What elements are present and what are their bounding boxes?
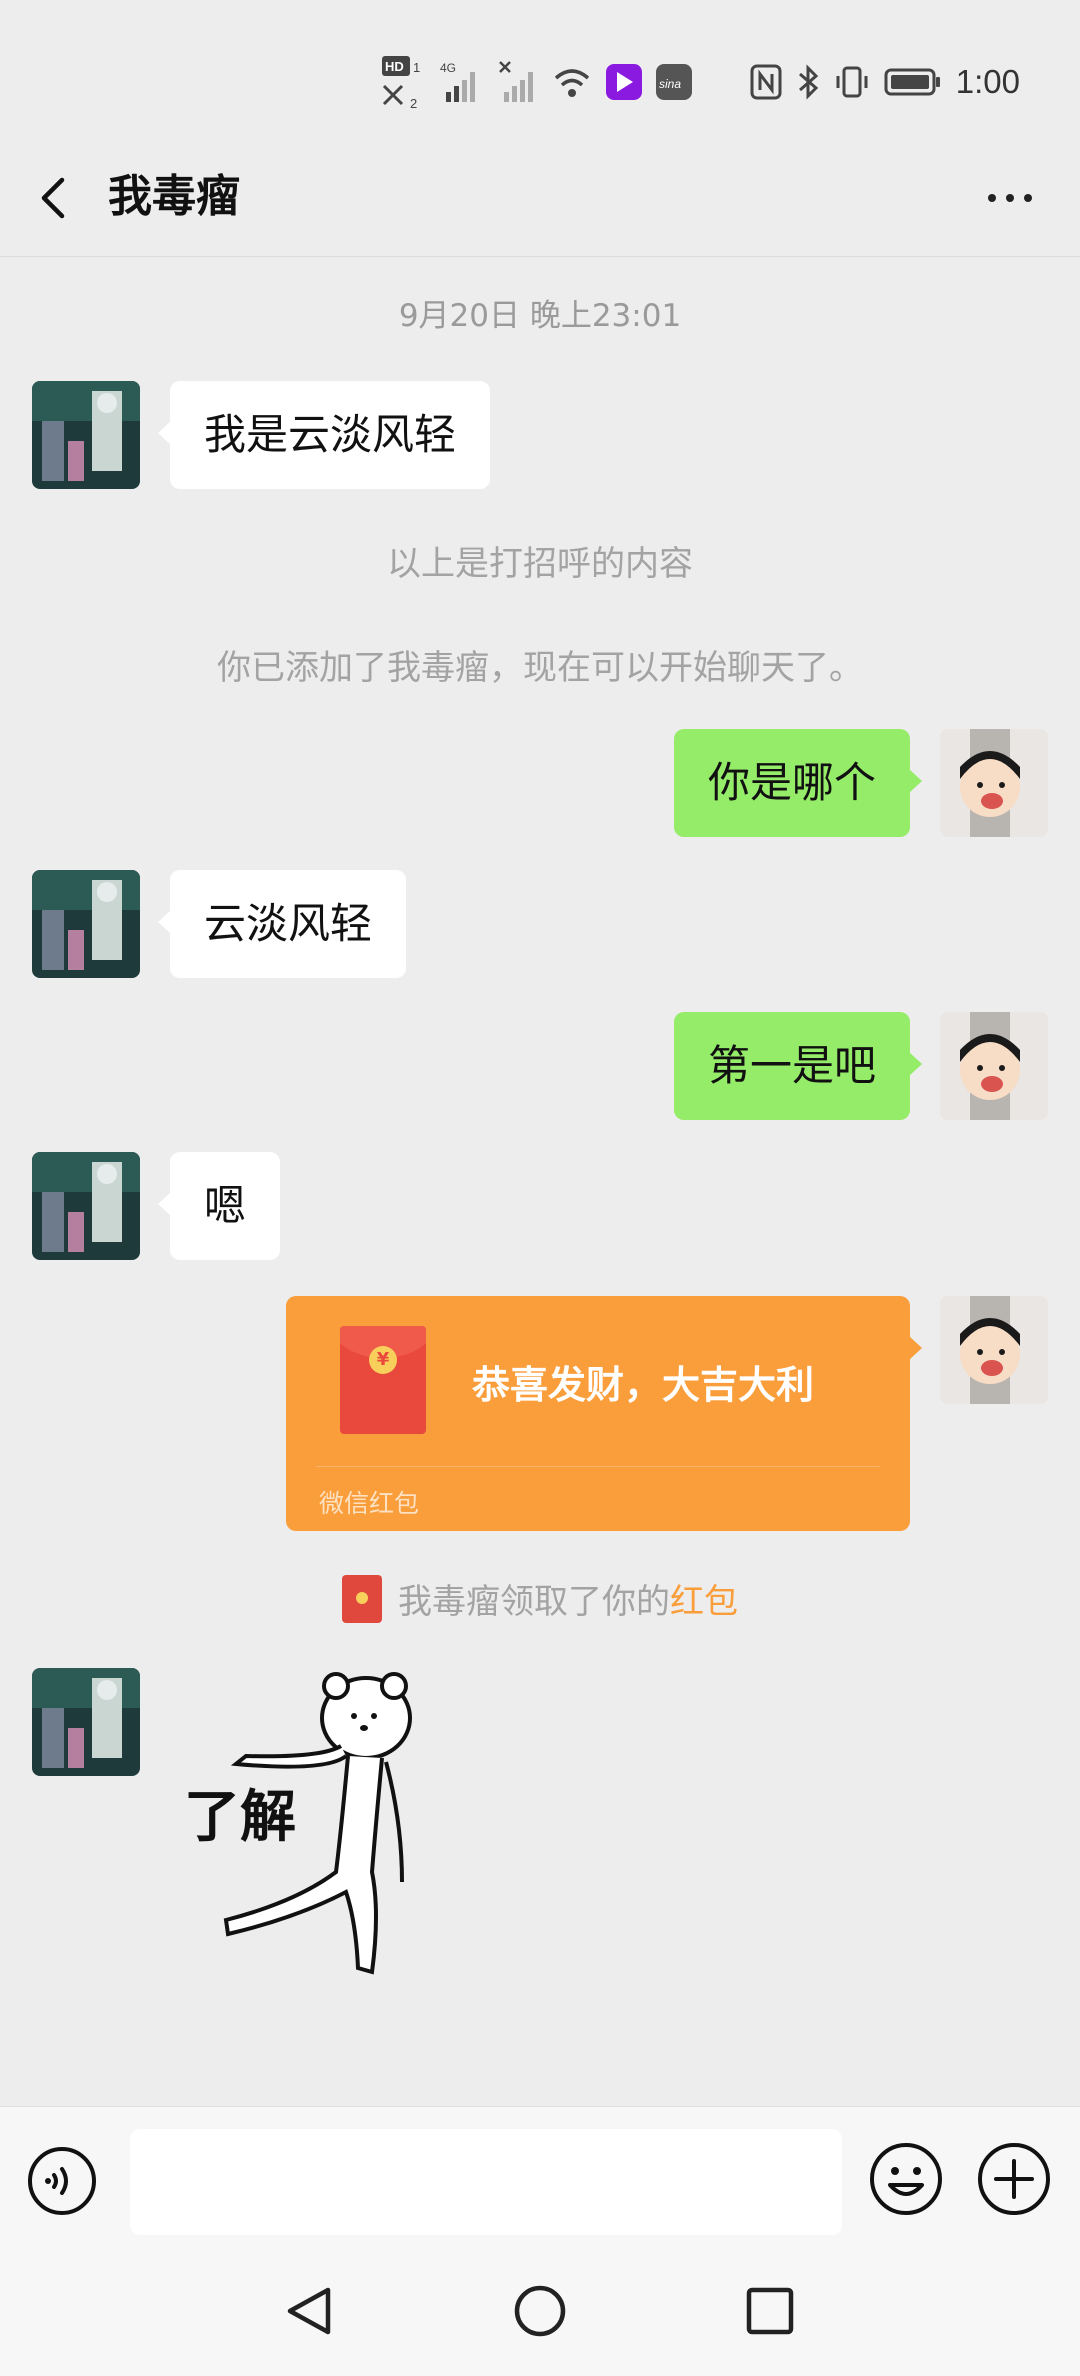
more-actions-button[interactable] xyxy=(976,2141,1052,2217)
message-input-bar xyxy=(0,2106,1080,2247)
status-time: 1:00 xyxy=(955,63,1020,100)
cartoon-avatar-icon xyxy=(940,1296,1048,1404)
emoji-button[interactable] xyxy=(868,2141,944,2217)
friend-avatar[interactable] xyxy=(32,381,140,489)
triangle-back-icon xyxy=(287,2287,331,2335)
signal-icon: 4G xyxy=(440,61,475,102)
vibrate-icon xyxy=(836,66,868,98)
bluetooth-icon xyxy=(798,64,818,100)
message-bubble-incoming[interactable]: 嗯 xyxy=(157,1152,281,1260)
svg-text:sina: sina xyxy=(659,77,681,91)
sticker-caption: 了解 xyxy=(184,1785,296,1850)
plus-circle-icon xyxy=(978,2143,1050,2215)
status-bar-left-icons: HD 1 2 4G sina xyxy=(380,52,692,112)
voice-button[interactable] xyxy=(26,2145,98,2217)
friend-avatar[interactable] xyxy=(32,870,140,978)
svg-text:4G: 4G xyxy=(440,61,456,75)
chat-timestamp: 9月20日 晚上23:01 xyxy=(398,298,682,334)
anime-avatar-icon xyxy=(32,870,140,978)
anime-avatar-icon xyxy=(32,1152,140,1260)
nav-home-button[interactable] xyxy=(505,2276,575,2346)
svg-text:2: 2 xyxy=(410,96,417,111)
svg-text:HD: HD xyxy=(385,59,404,74)
message-input[interactable] xyxy=(130,2129,842,2235)
sticker-message[interactable]: 了解 xyxy=(176,1672,436,1992)
my-avatar[interactable] xyxy=(940,729,1048,837)
svg-text:1: 1 xyxy=(413,60,420,75)
status-bar: HD 1 2 4G sina 1:00 xyxy=(0,0,1080,160)
anime-avatar-icon xyxy=(32,1668,140,1776)
square-recents-icon xyxy=(746,2287,794,2335)
smiley-icon xyxy=(870,2143,942,2215)
weibo-icon: sina xyxy=(656,64,692,100)
signal-x-icon xyxy=(499,61,533,102)
system-navigation-bar xyxy=(0,2246,1080,2376)
more-dot-icon xyxy=(1006,194,1014,202)
status-bar-right-icons: 1:00 xyxy=(750,52,1020,112)
more-dot-icon xyxy=(1024,194,1032,202)
my-avatar[interactable] xyxy=(940,1296,1048,1404)
red-packet-label: 微信红包 xyxy=(319,1489,420,1518)
friend-avatar[interactable] xyxy=(32,1152,140,1260)
anime-avatar-icon xyxy=(32,381,140,489)
circle-home-icon xyxy=(514,2285,566,2337)
nav-recents-button[interactable] xyxy=(735,2276,805,2346)
nav-back-button[interactable] xyxy=(276,2276,346,2346)
battery-icon xyxy=(884,68,940,96)
cartoon-avatar-icon xyxy=(940,729,1048,837)
back-button[interactable] xyxy=(30,168,90,228)
message-bubble-incoming[interactable]: 云淡风轻 xyxy=(157,870,407,978)
more-options-button[interactable] xyxy=(970,168,1050,228)
red-packet-icon: ¥ xyxy=(340,1326,426,1434)
voice-icon xyxy=(28,2147,96,2215)
red-packet-small-icon xyxy=(342,1574,382,1623)
more-dot-icon xyxy=(988,194,996,202)
chevron-left-icon xyxy=(41,177,65,219)
hd-icon: HD 1 2 xyxy=(382,56,420,111)
my-avatar[interactable] xyxy=(940,1012,1048,1120)
red-packet-message[interactable]: ¥ 恭喜发财，大吉大利 微信红包 xyxy=(286,1296,922,1531)
red-packet-link[interactable]: 红包 xyxy=(670,1574,738,1623)
message-bubble-incoming[interactable]: 我是云淡风轻 xyxy=(157,381,491,489)
wifi-icon xyxy=(554,69,590,97)
app-notify-icon xyxy=(606,64,642,100)
message-bubble-outgoing[interactable]: 你是哪个 xyxy=(673,729,923,837)
system-message-added: 你已添加了我毒瘤，现在可以开始聊天了。 xyxy=(217,648,863,688)
cartoon-avatar-icon xyxy=(940,1012,1048,1120)
nfc-icon xyxy=(750,64,782,100)
friend-avatar[interactable] xyxy=(32,1668,140,1776)
red-packet-received-notice: 我毒瘤领取了你的 红包 xyxy=(0,1574,1080,1623)
chat-title: 我毒瘤 xyxy=(108,171,240,222)
message-bubble-outgoing[interactable]: 第一是吧 xyxy=(673,1012,923,1120)
red-packet-notice-text: 我毒瘤领取了你的 xyxy=(398,1582,670,1622)
red-packet-title: 恭喜发财，大吉大利 xyxy=(472,1363,815,1407)
system-message-greeting: 以上是打招呼的内容 xyxy=(387,544,693,584)
chat-header: 我毒瘤 xyxy=(0,140,1080,257)
divider xyxy=(316,1466,880,1467)
